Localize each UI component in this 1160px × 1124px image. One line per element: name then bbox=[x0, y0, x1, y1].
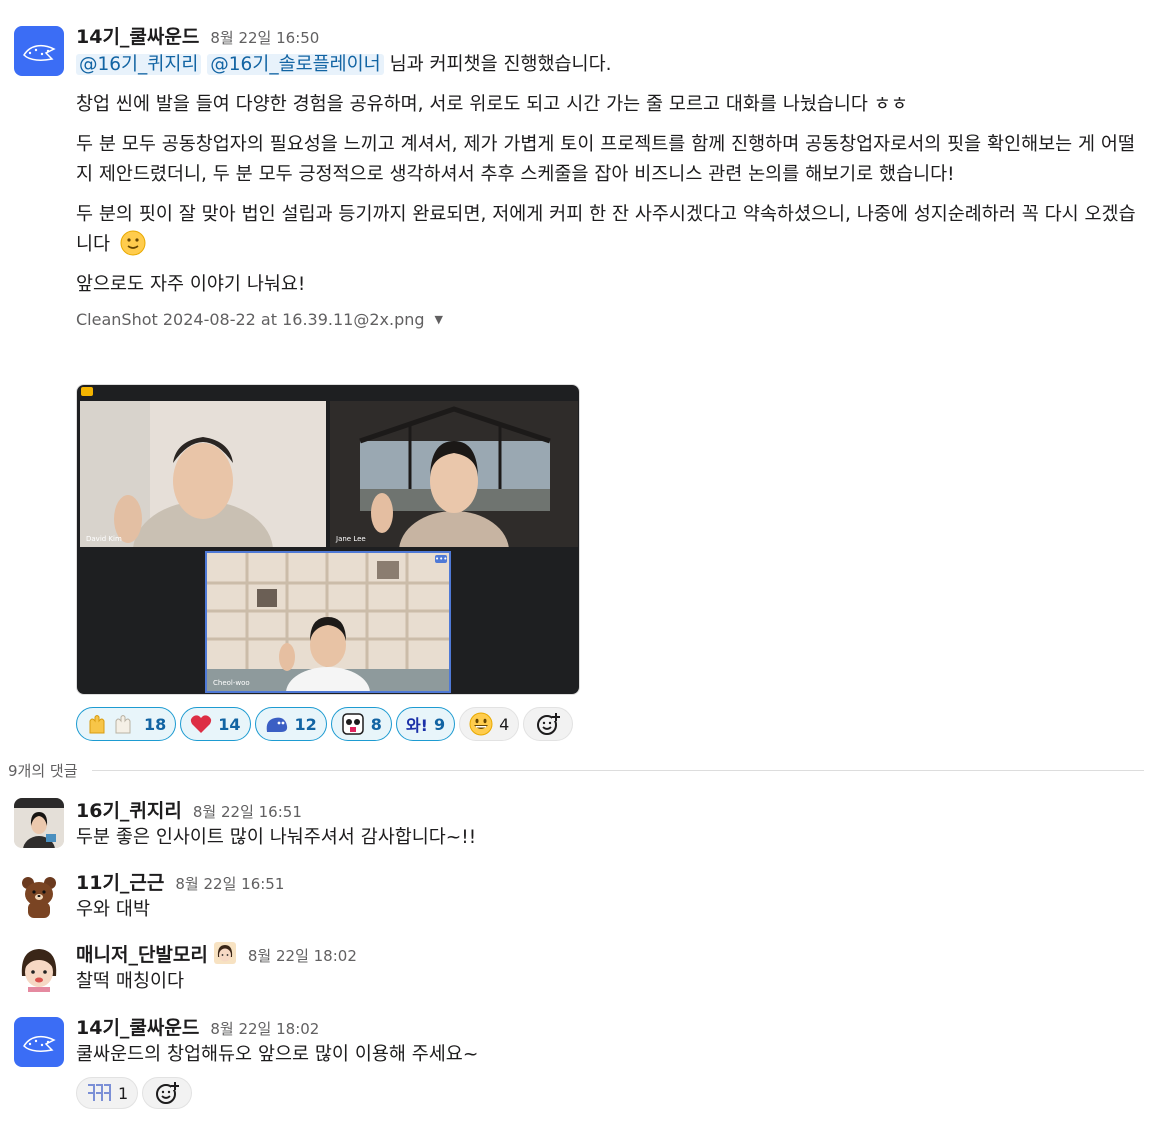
tile-1-label: David Kim bbox=[86, 535, 122, 543]
girl-badge-icon bbox=[213, 942, 236, 964]
blob-icon bbox=[266, 717, 287, 732]
reaction-raising-hands[interactable]: 18 bbox=[76, 707, 177, 741]
caret-down-icon[interactable]: ▼ bbox=[435, 313, 443, 326]
video-tile-3: ••• Cheol-woo bbox=[205, 551, 451, 693]
message-header: 16기_퀴지리 8월 22일 16:51 bbox=[76, 796, 1146, 822]
face-icon bbox=[342, 713, 364, 735]
add-reaction-button[interactable] bbox=[142, 1077, 193, 1109]
message-header: 14기_쿨싸운드 8월 22일 18:02 bbox=[76, 1013, 1146, 1039]
timestamp[interactable]: 8월 22일 16:50 bbox=[210, 27, 319, 48]
message-text: 두분 좋은 인사이트 많이 나눠주셔서 감사합니다~!! bbox=[76, 827, 477, 848]
reaction-count: 12 bbox=[294, 714, 317, 734]
grin-icon bbox=[469, 712, 493, 736]
reaction-face[interactable]: 8 bbox=[330, 707, 392, 741]
timestamp[interactable]: 8월 22일 18:02 bbox=[210, 1018, 319, 1039]
tile-2-label: Jane Lee bbox=[336, 535, 366, 543]
kkk-text-icon bbox=[88, 1084, 111, 1101]
raising-hands-icon bbox=[89, 715, 131, 734]
avatar-quizzi[interactable] bbox=[14, 798, 64, 848]
reaction-count: 1 bbox=[118, 1083, 129, 1103]
more-options-icon[interactable]: ••• bbox=[435, 555, 447, 563]
first-line-text: 님과 커피챗을 진행했습니다. bbox=[389, 54, 612, 75]
avatar-coolsound[interactable] bbox=[14, 26, 64, 76]
reaction-heart[interactable]: 14 bbox=[180, 707, 251, 741]
video-tile-1: David Kim bbox=[80, 401, 326, 547]
author-name[interactable]: 11기_근근 bbox=[76, 868, 164, 895]
timestamp[interactable]: 8월 22일 16:51 bbox=[193, 801, 302, 822]
participant-photo bbox=[207, 553, 449, 691]
message-text: @16기_퀴지리 @16기_솔로플레이너 님과 커피챗을 진행했습니다. 창업 … bbox=[76, 50, 1146, 300]
heart-icon bbox=[191, 715, 212, 733]
reactions-bar: 18 14 12 8 와! 9 4 bbox=[76, 707, 574, 741]
reaction-keyboard-laugh[interactable]: 1 bbox=[76, 1077, 139, 1109]
reaction-count: 14 bbox=[218, 714, 241, 734]
reaction-count: 9 bbox=[433, 714, 446, 734]
author-name[interactable]: 14기_쿨싸운드 bbox=[76, 1013, 199, 1040]
reply-reactions-bar: 1 bbox=[76, 1077, 193, 1109]
message-text: 찰떡 매칭이다 bbox=[76, 971, 185, 992]
avatar-geungeun[interactable] bbox=[14, 872, 64, 922]
tile-3-label: Cheol-woo bbox=[213, 679, 250, 687]
add-emoji-icon bbox=[537, 713, 561, 735]
paragraph-3-text: 두 분의 핏이 잘 맞아 법인 설립과 등기까지 완료되면, 저에게 커피 한 … bbox=[76, 204, 1136, 255]
reaction-count: 8 bbox=[370, 714, 382, 734]
paragraph-4: 앞으로도 자주 이야기 나눠요! bbox=[76, 274, 306, 295]
avatar-danbalmori[interactable] bbox=[14, 942, 64, 992]
timestamp[interactable]: 8월 22일 18:02 bbox=[248, 945, 357, 966]
timestamp[interactable]: 8월 22일 16:51 bbox=[175, 873, 284, 894]
message-header: 매니저_단발모리 8월 22일 18:02 bbox=[76, 940, 1146, 966]
wow-text-icon: 와! bbox=[405, 716, 428, 735]
attachment-filename[interactable]: CleanShot 2024-08-22 at 16.39.11@2x.png … bbox=[76, 310, 1146, 329]
first-line: @16기_퀴지리 @16기_솔로플레이너 님과 커피챗을 진행했습니다. bbox=[76, 50, 1146, 80]
reply-count: 9개의 댓글 bbox=[8, 762, 78, 780]
author-name[interactable]: 14기_쿨싸운드 bbox=[76, 22, 199, 49]
author-name[interactable]: 16기_퀴지리 bbox=[76, 796, 182, 823]
reaction-blob[interactable]: 12 bbox=[254, 707, 327, 741]
mention-soloplanner[interactable]: @16기_솔로플레이너 bbox=[207, 54, 384, 75]
message-header: 14기_쿨싸운드 8월 22일 16:50 bbox=[76, 22, 1146, 48]
reaction-grin[interactable]: 4 bbox=[459, 707, 520, 741]
camera-badge-icon bbox=[81, 387, 93, 396]
add-reaction-button[interactable] bbox=[523, 707, 574, 741]
mention-quizzi[interactable]: @16기_퀴지리 bbox=[76, 54, 202, 75]
avatar-coolsound[interactable] bbox=[14, 1017, 64, 1067]
paragraph-3: 두 분의 핏이 잘 맞아 법인 설립과 등기까지 완료되면, 저에게 커피 한 … bbox=[76, 200, 1146, 260]
message-text: 쿨싸운드의 창업해듀오 앞으로 많이 이용해 주세요~ bbox=[76, 1044, 479, 1065]
attachment-image[interactable]: David Kim Jane Lee ••• Cheol-woo bbox=[76, 384, 580, 695]
reaction-count: 18 bbox=[144, 714, 167, 734]
logo-icon bbox=[23, 1035, 56, 1052]
logo-icon bbox=[23, 44, 56, 61]
slightly-smiling-face-icon bbox=[120, 230, 146, 256]
reaction-count: 4 bbox=[499, 714, 510, 734]
message-header: 11기_근근 8월 22일 16:51 bbox=[76, 868, 1146, 894]
divider-line bbox=[91, 770, 1144, 771]
brown-bear-icon bbox=[22, 877, 56, 918]
add-emoji-icon bbox=[156, 1082, 180, 1104]
author-name[interactable]: 매니저_단발모리 bbox=[76, 940, 208, 967]
bob-hair-girl-icon bbox=[21, 949, 57, 992]
attachment-name[interactable]: CleanShot 2024-08-22 at 16.39.11@2x.png bbox=[76, 310, 425, 329]
thread-divider: 9개의 댓글 bbox=[8, 760, 1144, 781]
video-tile-2: Jane Lee bbox=[330, 401, 578, 547]
paragraph-2: 두 분 모두 공동창업자의 필요성을 느끼고 계셔서, 제가 가볍게 토이 프로… bbox=[76, 134, 1135, 185]
avatar-photo bbox=[14, 798, 64, 848]
message-text: 우와 대박 bbox=[76, 899, 150, 920]
reaction-wow[interactable]: 와! 9 bbox=[395, 707, 456, 741]
participant-photo bbox=[80, 401, 326, 547]
paragraph-1: 창업 씬에 발을 들여 다양한 경험을 공유하며, 서로 위로도 되고 시간 가… bbox=[76, 94, 908, 115]
participant-photo bbox=[330, 401, 578, 547]
